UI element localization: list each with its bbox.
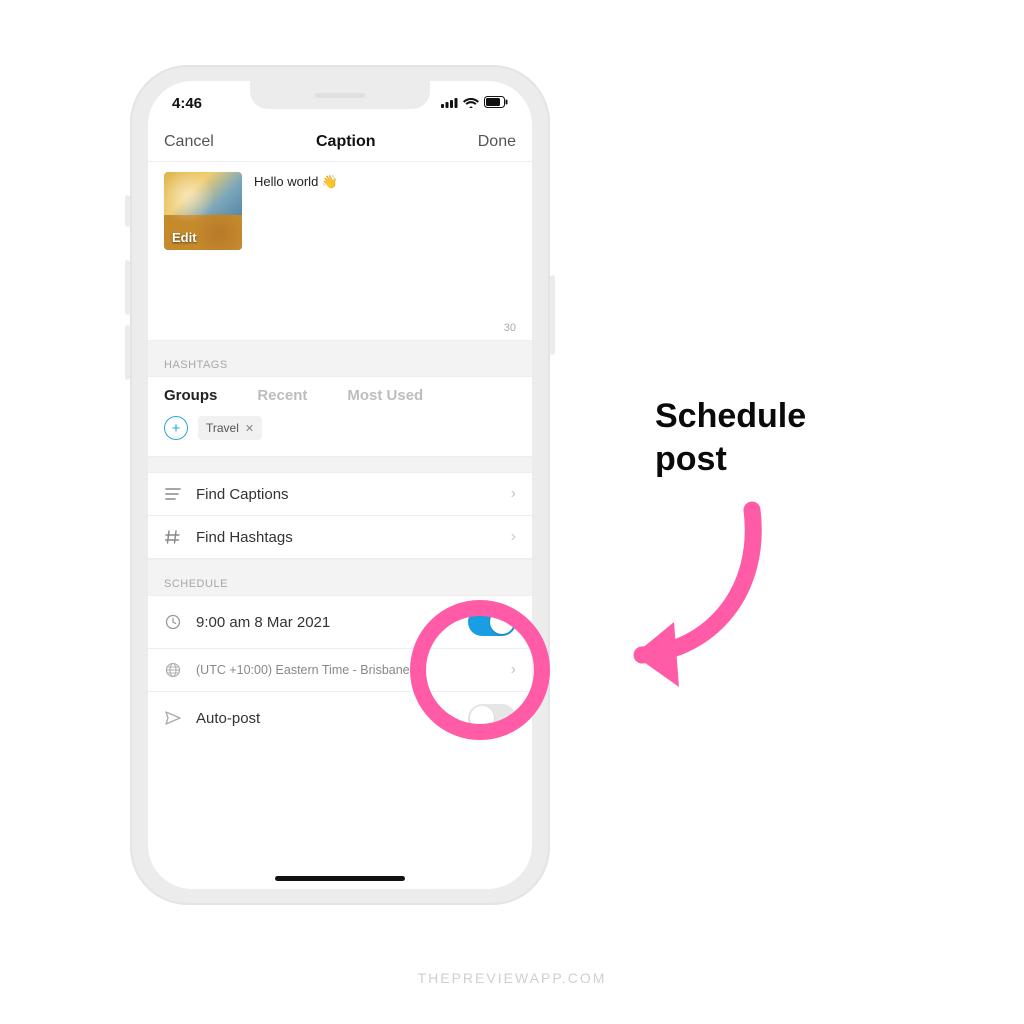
find-hashtags-row[interactable]: Find Hashtags › — [148, 516, 532, 559]
page-title: Caption — [316, 133, 376, 151]
find-captions-label: Find Captions — [196, 486, 289, 503]
annotation-arrow — [572, 480, 792, 700]
hashtag-count: 30 — [148, 322, 532, 340]
autopost-label: Auto-post — [196, 710, 260, 727]
annotation-label: Schedule post — [655, 395, 806, 480]
home-indicator — [275, 876, 405, 881]
send-icon — [164, 711, 182, 725]
navbar: Cancel Caption Done — [148, 125, 532, 162]
timezone-label: (UTC +10:00) Eastern Time - Brisbane — [196, 663, 410, 677]
schedule-toggle[interactable] — [468, 608, 516, 636]
section-gap — [148, 457, 532, 473]
tab-groups[interactable]: Groups — [164, 387, 217, 404]
status-time: 4:46 — [172, 95, 202, 112]
globe-icon — [164, 662, 182, 678]
autopost-toggle[interactable] — [468, 704, 516, 732]
phone-notch — [250, 81, 430, 109]
timezone-row[interactable]: (UTC +10:00) Eastern Time - Brisbane › — [148, 649, 532, 692]
wifi-icon — [463, 95, 479, 112]
schedule-time-label: 9:00 am 8 Mar 2021 — [196, 614, 330, 631]
tab-most-used[interactable]: Most Used — [347, 387, 423, 404]
chevron-right-icon: › — [511, 661, 516, 679]
tab-recent[interactable]: Recent — [257, 387, 307, 404]
add-hashtag-button[interactable]: + — [164, 416, 188, 440]
find-captions-row[interactable]: Find Captions › — [148, 473, 532, 516]
phone-frame: 4:46 Cancel Caption Done Edit — [130, 65, 550, 905]
list-icon — [164, 488, 182, 500]
caption-text-input[interactable]: Hello world 👋 — [254, 172, 338, 312]
battery-icon — [484, 95, 508, 112]
hashtag-tabs: Groups Recent Most Used — [148, 377, 532, 414]
chevron-right-icon: › — [511, 528, 516, 546]
mute-switch — [125, 195, 130, 227]
remove-hashtag-icon[interactable]: ✕ — [245, 422, 254, 435]
hashtag-chip-label: Travel — [206, 421, 239, 435]
power-button — [550, 275, 555, 355]
post-thumbnail[interactable]: Edit — [164, 172, 242, 250]
schedule-section-label: SCHEDULE — [148, 559, 532, 596]
hashtag-icon — [164, 529, 182, 545]
hashtags-section-label: HASHTAGS — [148, 340, 532, 377]
schedule-time-row[interactable]: 9:00 am 8 Mar 2021 — [148, 596, 532, 649]
volume-up — [125, 260, 130, 315]
clock-icon — [164, 614, 182, 630]
done-button[interactable]: Done — [478, 133, 516, 151]
caption-editor: Edit Hello world 👋 — [148, 162, 532, 322]
signal-icon — [441, 95, 458, 112]
hashtag-chip[interactable]: Travel ✕ — [198, 416, 262, 440]
volume-down — [125, 325, 130, 380]
hashtag-chips-row: + Travel ✕ — [148, 414, 532, 457]
phone-screen: 4:46 Cancel Caption Done Edit — [148, 81, 532, 889]
find-hashtags-label: Find Hashtags — [196, 529, 293, 546]
cancel-button[interactable]: Cancel — [164, 133, 214, 151]
chevron-right-icon: › — [511, 485, 516, 503]
watermark: THEPREVIEWAPP.COM — [418, 970, 607, 986]
autopost-row[interactable]: Auto-post — [148, 692, 532, 744]
phone-speaker — [315, 93, 365, 98]
edit-thumbnail-label[interactable]: Edit — [172, 230, 197, 245]
